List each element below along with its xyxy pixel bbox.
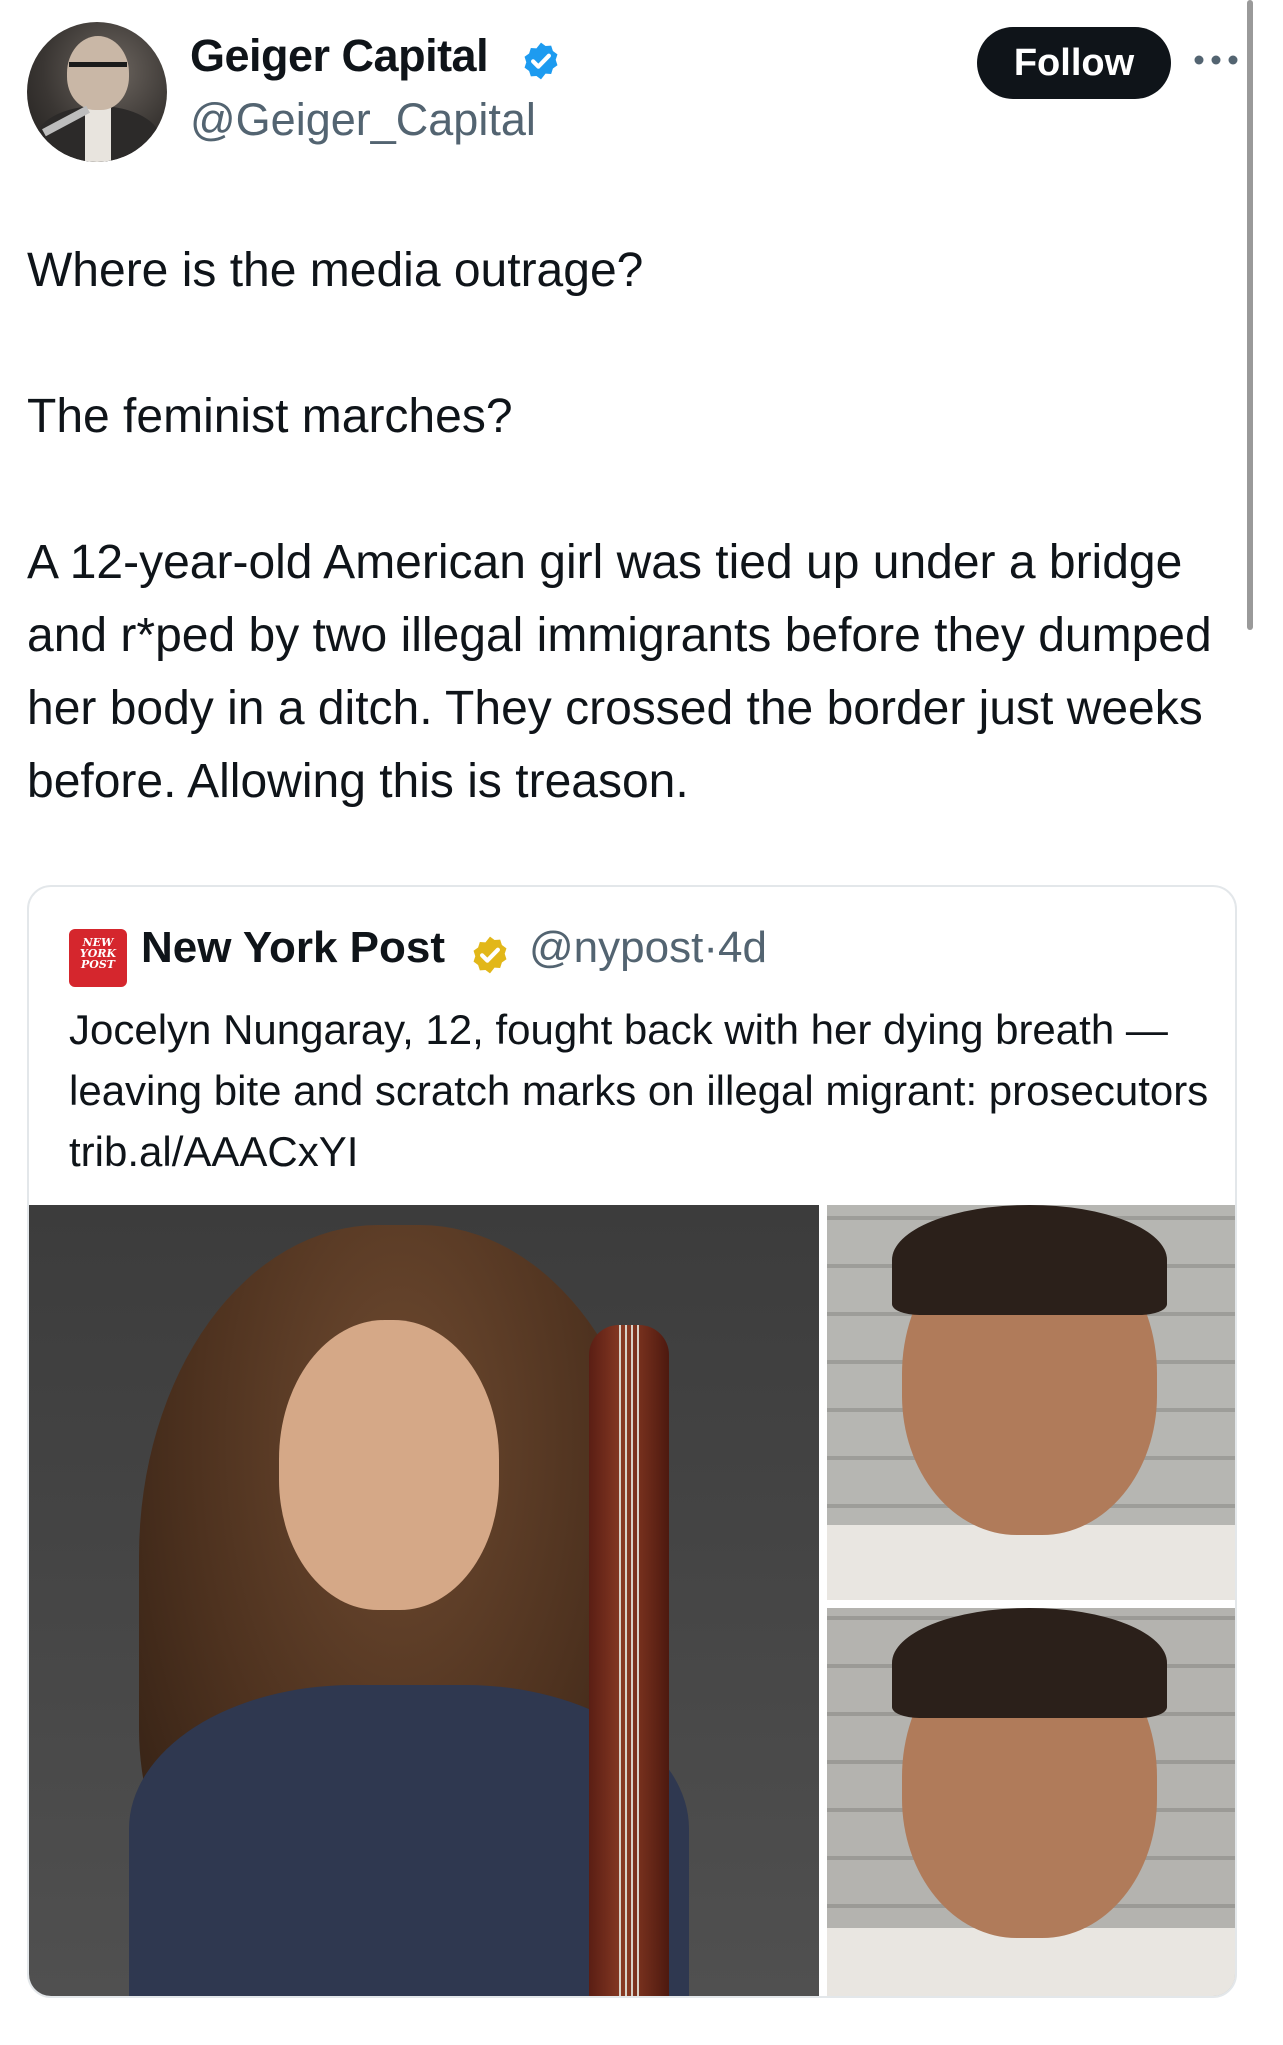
photo-mugshot-bottom[interactable]	[827, 1608, 1235, 1996]
quoted-tweet-card[interactable]: NEW YORK POST New York Post @nypost·4d J…	[27, 885, 1237, 1998]
photo-cello-strings	[619, 1325, 641, 1996]
photo-mugshot-top[interactable]	[827, 1205, 1235, 1600]
verified-badge-icon	[524, 42, 558, 80]
more-horizontal-icon[interactable]	[1192, 52, 1240, 68]
tweet-text: Where is the media outrage? The feminist…	[27, 244, 1212, 808]
mugshot-shirt	[827, 1928, 1235, 1996]
quoted-author-handle[interactable]: @nypost	[529, 923, 703, 972]
follow-button[interactable]: Follow	[977, 27, 1171, 99]
quoted-tweet-time[interactable]: 4d	[718, 923, 767, 972]
quoted-author-meta: @nypost·4d	[529, 923, 767, 973]
media-grid	[29, 1205, 1235, 1996]
quoted-author-name[interactable]: New York Post	[141, 923, 445, 973]
author-avatar[interactable]	[27, 22, 167, 162]
verified-organization-badge-icon	[473, 936, 507, 974]
quoted-tweet-text: Jocelyn Nungaray, 12, fought back with h…	[69, 1006, 1209, 1175]
scrollbar[interactable]	[1247, 0, 1253, 630]
photo-face	[279, 1320, 499, 1610]
meta-separator: ·	[703, 923, 718, 972]
mugshot-hair	[892, 1205, 1167, 1315]
mugshot-hair	[892, 1608, 1167, 1718]
photo-girl-with-cello[interactable]	[29, 1205, 819, 1996]
author-display-name[interactable]: Geiger Capital	[190, 30, 489, 82]
avatar-shirt	[85, 108, 111, 162]
mugshot-shirt	[827, 1525, 1235, 1600]
new-york-post-logo: NEW YORK POST	[69, 929, 127, 987]
author-handle[interactable]: @Geiger_Capital	[190, 94, 536, 146]
avatar-glasses	[69, 62, 127, 79]
